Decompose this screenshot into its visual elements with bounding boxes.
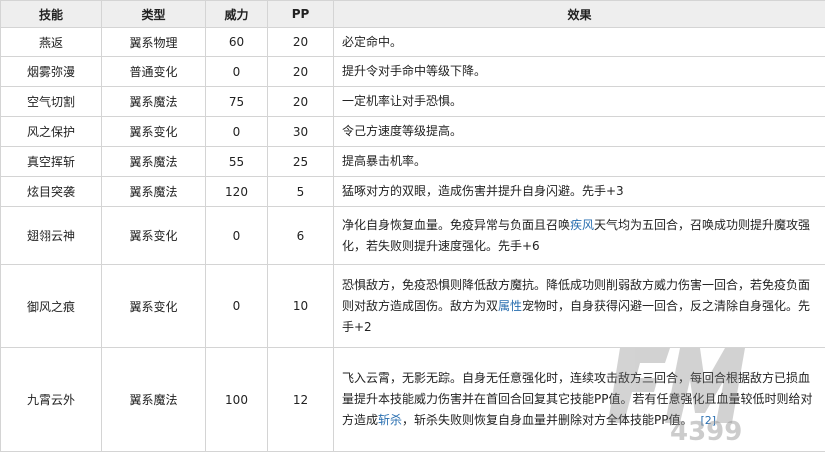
skill-power: 100 <box>205 347 268 452</box>
skill-type: 翼系物理 <box>101 27 206 57</box>
header-power: 威力 <box>205 0 268 28</box>
header-pp: PP <box>267 0 334 28</box>
skill-effect: 一定机率让对手恐惧。 <box>333 86 825 117</box>
skill-name: 烟雾弥漫 <box>0 56 102 87</box>
weather-link[interactable]: 疾风 <box>570 218 594 232</box>
skill-power: 120 <box>205 176 268 207</box>
skill-effect: 净化自身恢复血量。免疫异常与负面且召唤疾风天气均为五回合，召唤成功则提升魔攻强化… <box>333 206 825 265</box>
table-row: 空气切割 翼系魔法 75 20 一定机率让对手恐惧。 <box>0 86 825 117</box>
skill-name: 风之保护 <box>0 116 102 147</box>
skill-name: 燕返 <box>0 27 102 57</box>
reference-link[interactable]: [2] <box>701 414 717 427</box>
header-effect: 效果 <box>333 0 825 28</box>
skill-pp: 25 <box>267 146 334 177</box>
table-row: 翅翎云神 翼系变化 0 6 净化自身恢复血量。免疫异常与负面且召唤疾风天气均为五… <box>0 206 825 265</box>
skill-type: 翼系魔法 <box>101 86 206 117</box>
attribute-link[interactable]: 属性 <box>498 299 522 313</box>
skill-pp: 30 <box>267 116 334 147</box>
skill-pp: 12 <box>267 347 334 452</box>
effect-text: 净化自身恢复血量。免疫异常与负面且召唤 <box>342 217 571 232</box>
table-header-row: 技能 类型 威力 PP 效果 <box>0 0 825 28</box>
table-row: 真空挥斩 翼系魔法 55 25 提高暴击机率。 <box>0 146 825 177</box>
table-row: 御风之痕 翼系变化 0 10 恐惧敌方，免疫恐惧则降低敌方魔抗。降低成功则削弱敌… <box>0 264 825 348</box>
skill-effect: 猛啄对方的双眼，造成伤害并提升自身闪避。先手+3 <box>333 176 825 207</box>
header-skill: 技能 <box>0 0 102 28</box>
skill-pp: 10 <box>267 264 334 348</box>
skill-name: 翅翎云神 <box>0 206 102 265</box>
skill-effect: 提高暴击机率。 <box>333 146 825 177</box>
skill-effect: 必定命中。 <box>333 27 825 57</box>
skill-power: 60 <box>205 27 268 57</box>
skill-power: 0 <box>205 206 268 265</box>
execute-link[interactable]: 斩杀 <box>378 413 402 427</box>
skill-type: 翼系变化 <box>101 116 206 147</box>
skill-power: 0 <box>205 56 268 87</box>
table-row: 炫目突袭 翼系魔法 120 5 猛啄对方的双眼，造成伤害并提升自身闪避。先手+3 <box>0 176 825 207</box>
skill-pp: 6 <box>267 206 334 265</box>
skills-table: 技能 类型 威力 PP 效果 燕返 翼系物理 60 20 必定命中。 烟雾弥漫 … <box>0 0 825 452</box>
skill-name: 真空挥斩 <box>0 146 102 177</box>
skill-type: 普通变化 <box>101 56 206 87</box>
skill-power: 0 <box>205 116 268 147</box>
table-row: 风之保护 翼系变化 0 30 令己方速度等级提高。 <box>0 116 825 147</box>
header-type: 类型 <box>101 0 206 28</box>
skill-effect: 飞入云霄，无影无踪。自身无任意强化时，连续攻击敌方三回合，每回合根据敌方已损血量… <box>333 347 825 452</box>
skill-type: 翼系魔法 <box>101 146 206 177</box>
skill-pp: 20 <box>267 56 334 87</box>
skill-type: 翼系魔法 <box>101 347 206 452</box>
skill-name: 九霄云外 <box>0 347 102 452</box>
skill-name: 炫目突袭 <box>0 176 102 207</box>
skill-pp: 5 <box>267 176 334 207</box>
skill-power: 55 <box>205 146 268 177</box>
skill-pp: 20 <box>267 86 334 117</box>
skill-effect: 提升令对手命中等级下降。 <box>333 56 825 87</box>
skill-effect: 令己方速度等级提高。 <box>333 116 825 147</box>
skill-effect: 恐惧敌方，免疫恐惧则降低敌方魔抗。降低成功则削弱敌方威力伤害一回合，若免疫负面则… <box>333 264 825 348</box>
table-row: 燕返 翼系物理 60 20 必定命中。 <box>0 27 825 57</box>
skill-name: 空气切割 <box>0 86 102 117</box>
skill-type: 翼系魔法 <box>101 176 206 207</box>
table-row: 烟雾弥漫 普通变化 0 20 提升令对手命中等级下降。 <box>0 56 825 87</box>
skill-power: 0 <box>205 264 268 348</box>
effect-text: ，斩杀失败则恢复自身血量并删除对方全体技能PP值。 <box>402 413 693 427</box>
skill-power: 75 <box>205 86 268 117</box>
skill-type: 翼系变化 <box>101 206 206 265</box>
skill-pp: 20 <box>267 27 334 57</box>
table-row: 九霄云外 翼系魔法 100 12 飞入云霄，无影无踪。自身无任意强化时，连续攻击… <box>0 347 825 452</box>
skill-type: 翼系变化 <box>101 264 206 348</box>
skill-name: 御风之痕 <box>0 264 102 348</box>
